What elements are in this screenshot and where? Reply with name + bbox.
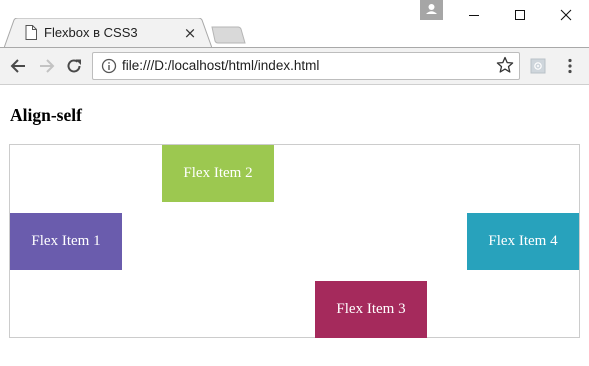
flex-item-1: Flex Item 1 — [10, 213, 122, 270]
arrow-left-icon — [10, 59, 25, 73]
tab-close-icon[interactable]: × — [183, 25, 197, 41]
tab-title: Flexbox в CSS3 — [44, 25, 138, 40]
flex-item-label: Flex Item 2 — [183, 165, 253, 181]
maximize-button[interactable] — [497, 0, 543, 30]
toolbar-divider — [0, 84, 589, 85]
page-icon — [25, 25, 37, 40]
flex-item-label: Flex Item 4 — [488, 233, 558, 249]
window-close-button[interactable] — [543, 0, 589, 30]
new-tab-button[interactable] — [210, 26, 246, 44]
bookmark-star-icon[interactable] — [496, 56, 514, 74]
back-button[interactable] — [7, 55, 29, 77]
info-icon[interactable] — [101, 58, 117, 74]
url-text[interactable]: file:///D:/localhost/html/index.html — [122, 58, 319, 74]
profile-button[interactable] — [420, 0, 443, 20]
flex-item-3: Flex Item 3 — [315, 281, 427, 338]
page-heading: Align-self — [10, 105, 82, 125]
user-icon — [426, 4, 437, 14]
menu-dots-icon[interactable] — [563, 57, 577, 75]
minimize-button[interactable] — [451, 0, 497, 30]
flex-item-label: Flex Item 3 — [336, 301, 406, 317]
forward-button[interactable] — [36, 55, 58, 77]
flex-item-2: Flex Item 2 — [162, 145, 274, 202]
extension-icon[interactable] — [529, 57, 547, 75]
flex-item-4: Flex Item 4 — [467, 213, 579, 270]
flex-item-label: Flex Item 1 — [31, 233, 101, 249]
reload-button[interactable] — [63, 55, 85, 77]
minimize-icon — [469, 15, 479, 16]
close-icon — [560, 9, 572, 21]
maximize-icon — [515, 10, 525, 20]
arrow-right-icon — [40, 59, 55, 73]
reload-icon — [67, 59, 81, 73]
flex-container: Flex Item 1 Flex Item 2 Flex Item 3 Flex… — [9, 144, 580, 338]
